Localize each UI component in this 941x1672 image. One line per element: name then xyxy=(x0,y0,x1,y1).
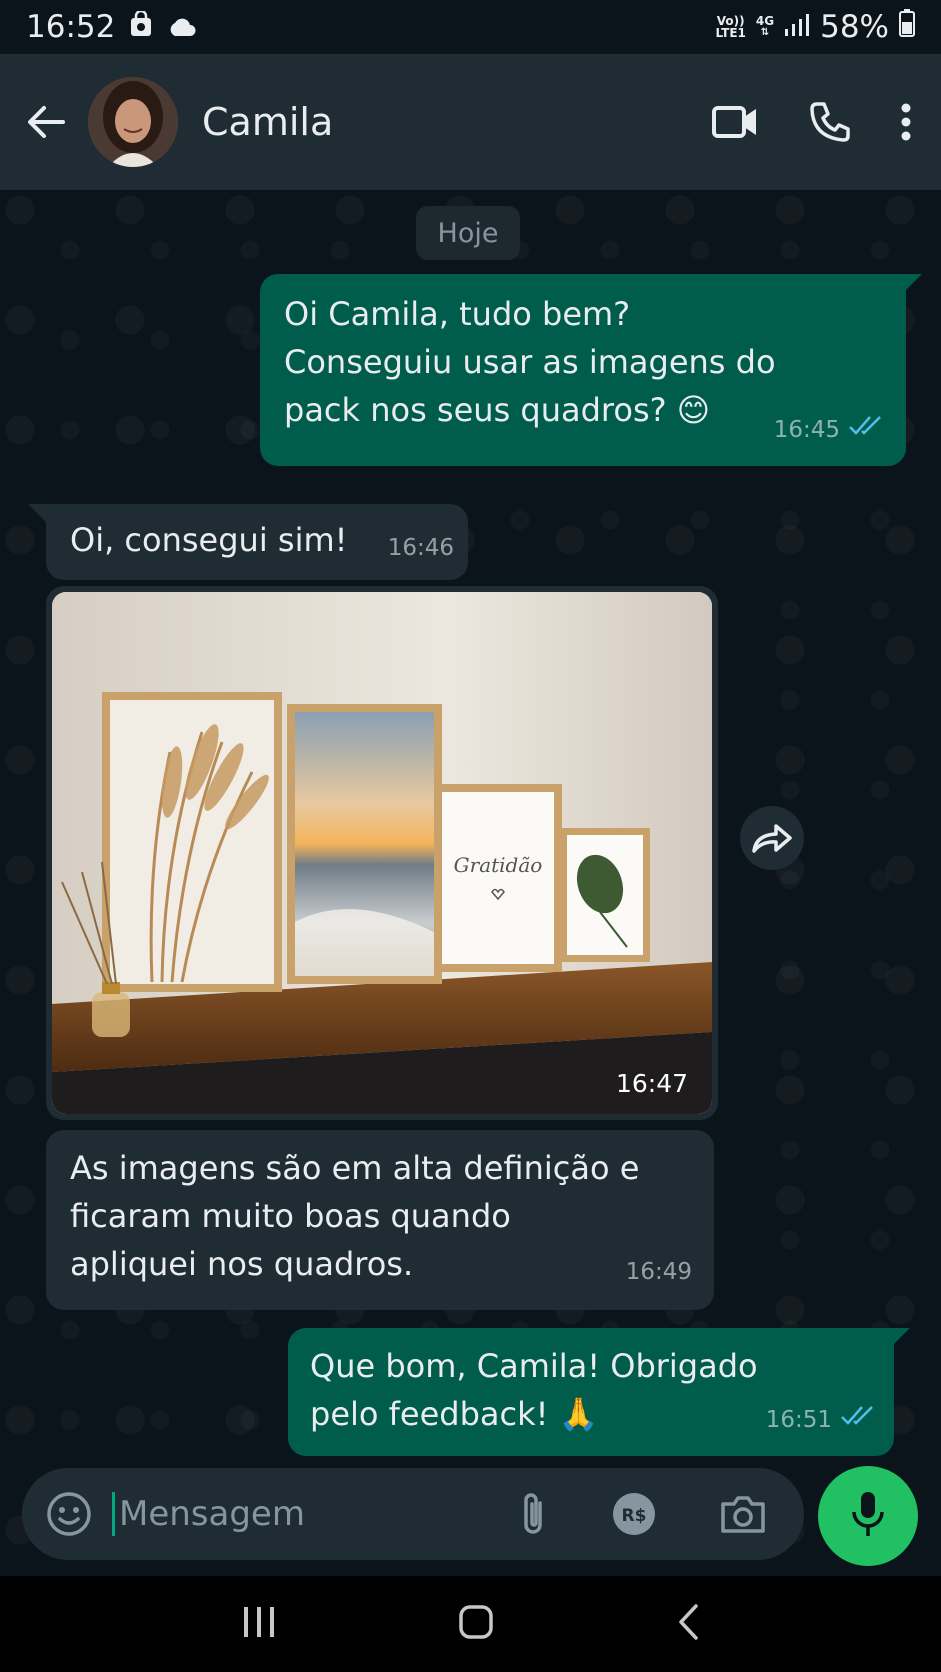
camera-icon[interactable] xyxy=(720,1494,766,1534)
status-time: 16:52 xyxy=(26,9,116,45)
image-message[interactable]: Gratidão 16:47 xyxy=(46,586,718,1120)
day-chip: Hoje xyxy=(416,206,520,260)
chat-header: Camila xyxy=(0,54,941,190)
message-time: 16:45 xyxy=(774,406,884,454)
message-input-bar: Mensagem R$ xyxy=(22,1468,804,1560)
message-bubble-incoming[interactable]: As imagens são em alta definição e ficar… xyxy=(46,1130,714,1310)
video-call-icon[interactable] xyxy=(711,103,759,141)
volte-indicator: Vo)) LTE1 xyxy=(715,15,745,39)
message-time: 16:51 xyxy=(766,1396,876,1444)
forward-icon[interactable] xyxy=(740,806,804,870)
phone-icon[interactable] xyxy=(809,101,851,143)
message-bubble-outgoing[interactable]: Oi Camila, tudo bem? Conseguiu usar as i… xyxy=(260,274,906,466)
back-arrow-icon[interactable] xyxy=(14,90,78,154)
battery-icon xyxy=(899,9,915,45)
system-nav-bar xyxy=(0,1576,941,1672)
attach-icon[interactable] xyxy=(518,1491,548,1537)
read-receipt-icon xyxy=(840,1396,876,1444)
bag-icon xyxy=(129,9,153,45)
chat-area[interactable]: Hoje Oi Camila, tudo bem? Conseguiu usar… xyxy=(0,190,941,1576)
message-bubble-incoming[interactable]: Oi, consegui sim! 16:46 xyxy=(46,504,468,580)
battery-percent: 58% xyxy=(820,9,889,45)
back-nav-icon[interactable] xyxy=(676,1603,700,1645)
mic-icon xyxy=(851,1490,885,1542)
message-text: Oi Camila, tudo bem? Conseguiu usar as i… xyxy=(284,295,776,429)
message-text: Que bom, Camila! Obrigado pelo feedback!… xyxy=(310,1347,758,1433)
message-time: 16:49 xyxy=(626,1248,692,1296)
message-input[interactable]: Mensagem xyxy=(112,1492,305,1536)
data-arrows-icon: ⇅ xyxy=(760,27,770,38)
payment-icon[interactable]: R$ xyxy=(612,1492,656,1536)
message-bubble-outgoing[interactable]: Que bom, Camila! Obrigado pelo feedback!… xyxy=(288,1328,894,1456)
message-time-label: 16:51 xyxy=(765,1407,832,1433)
message-text: Oi, consegui sim! xyxy=(70,521,348,559)
recent-apps-icon[interactable] xyxy=(241,1605,277,1643)
svg-text:R$: R$ xyxy=(622,1506,647,1526)
bubble-tail xyxy=(892,1328,910,1346)
read-receipt-icon xyxy=(848,406,884,454)
emoji-icon[interactable] xyxy=(46,1491,92,1537)
cloud-icon xyxy=(167,9,197,45)
mic-button[interactable] xyxy=(818,1466,918,1566)
message-text: As imagens são em alta definição e ficar… xyxy=(70,1149,640,1283)
contact-name[interactable]: Camila xyxy=(202,100,333,144)
signal-icon xyxy=(784,9,810,45)
more-vert-icon[interactable] xyxy=(901,103,911,141)
message-time-label: 16:49 xyxy=(625,1259,692,1285)
network-indicator: 4G ⇅ xyxy=(756,15,774,39)
home-icon[interactable] xyxy=(458,1604,494,1644)
message-time: 16:47 xyxy=(615,1069,688,1098)
status-bar: 16:52 Vo)) LTE1 4G ⇅ 58% xyxy=(0,0,941,54)
artwork-text: Gratidão xyxy=(454,853,543,877)
message-time-label: 16:45 xyxy=(773,417,840,443)
bubble-tail xyxy=(28,504,46,522)
avatar[interactable] xyxy=(88,77,178,167)
bubble-tail xyxy=(904,274,922,292)
message-time: 16:46 xyxy=(388,524,454,572)
shared-photo[interactable]: Gratidão xyxy=(52,592,712,1114)
message-time-label: 16:46 xyxy=(387,535,454,561)
network-type: 4G xyxy=(755,14,775,28)
volte-bottom: LTE1 xyxy=(715,26,746,40)
